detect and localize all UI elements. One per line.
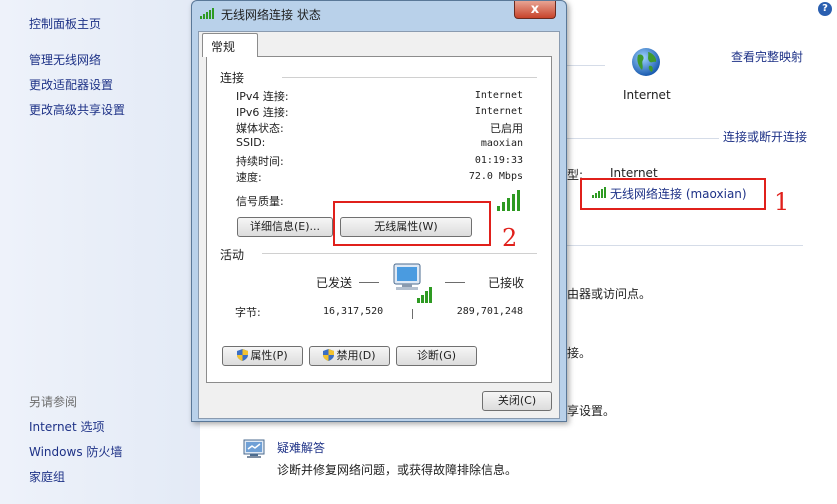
signal-quality-label: 信号质量: xyxy=(236,195,284,208)
properties-button[interactable]: 属性(P) xyxy=(222,346,303,366)
internet-globe-icon xyxy=(630,46,662,78)
ipv6-value: Internet xyxy=(474,106,523,117)
speed-label: 速度: xyxy=(236,171,262,184)
connect-or-disconnect-link[interactable]: 连接或断开连接 xyxy=(719,128,808,145)
activity-divider xyxy=(412,309,413,319)
close-icon[interactable]: x xyxy=(514,1,556,19)
disable-button-label: 禁用(D) xyxy=(336,349,376,362)
homegroup-link[interactable]: 家庭组 xyxy=(29,468,65,485)
annotation-box-1 xyxy=(580,178,766,210)
annotation-box-2 xyxy=(333,201,491,246)
bytes-sent-value: 16,317,520 xyxy=(323,306,384,317)
see-also-heading: 另请参阅 xyxy=(29,395,78,409)
section-divider-2 xyxy=(567,245,803,246)
change-sharing-settings-link[interactable]: 更改高级共享设置 xyxy=(29,101,125,118)
properties-button-label: 属性(P) xyxy=(250,349,288,362)
windows-firewall-link[interactable]: Windows 防火墙 xyxy=(29,443,122,460)
bytes-received-value: 289,701,248 xyxy=(456,306,523,317)
ssid-value: maoxian xyxy=(480,138,523,149)
internet-label: Internet xyxy=(623,88,671,102)
wireless-signal-icon xyxy=(200,7,216,19)
change-adapter-settings-link[interactable]: 更改适配器设置 xyxy=(29,76,113,93)
media-state-label: 媒体状态: xyxy=(236,122,284,135)
speed-value: 72.0 Mbps xyxy=(468,171,523,182)
annotation-number-1: 1 xyxy=(774,188,790,216)
troubleshoot-link[interactable]: 疑难解答 xyxy=(277,439,325,456)
activity-group-title: 活动 xyxy=(220,248,245,262)
manage-wireless-networks-link[interactable]: 管理无线网络 xyxy=(29,51,101,68)
received-label: 已接收 xyxy=(488,276,525,290)
close-button[interactable]: 关闭(C) xyxy=(482,391,552,411)
diagnose-button[interactable]: 诊断(G) xyxy=(396,346,477,366)
troubleshoot-description: 诊断并修复网络问题，或获得故障排除信息。 xyxy=(277,463,518,477)
connection-group-title: 连接 xyxy=(220,71,245,85)
disable-button[interactable]: 禁用(D) xyxy=(309,346,390,366)
connect-text-fragment: 接。 xyxy=(567,346,592,360)
ssid-label: SSID: xyxy=(236,136,266,149)
uac-shield-icon xyxy=(237,349,249,361)
signal-strength-icon xyxy=(496,187,526,211)
ipv6-label: IPv6 连接: xyxy=(236,106,289,119)
ipv4-label: IPv4 连接: xyxy=(236,90,289,103)
media-state-value: 已启用 xyxy=(490,122,523,135)
tab-general-label: 常规 xyxy=(211,40,236,54)
bytes-label: 字节: xyxy=(235,306,261,319)
duration-label: 持续时间: xyxy=(236,155,284,168)
internet-options-link[interactable]: Internet 选项 xyxy=(29,418,104,435)
map-connector-line xyxy=(567,65,605,66)
annotation-number-2: 2 xyxy=(502,224,518,252)
troubleshoot-icon xyxy=(243,439,265,459)
tab-general[interactable]: 常规 xyxy=(202,33,258,57)
sent-label: 已发送 xyxy=(316,276,353,290)
view-full-map-link[interactable]: 查看完整映射 xyxy=(731,48,803,65)
dialog-titlebar[interactable]: 无线网络连接 状态 x xyxy=(192,1,566,27)
ipv4-value: Internet xyxy=(474,90,523,101)
dialog-title: 无线网络连接 状态 xyxy=(221,8,321,22)
left-sidebar: 控制面板主页 管理无线网络 更改适配器设置 更改高级共享设置 另请参阅 Inte… xyxy=(0,0,200,504)
details-button[interactable]: 详细信息(E)... xyxy=(237,217,333,237)
sharing-text-fragment: 享设置。 xyxy=(567,404,616,418)
control-panel-home-link[interactable]: 控制面板主页 xyxy=(29,15,101,32)
group-divider xyxy=(262,253,537,254)
duration-value: 01:19:33 xyxy=(474,155,523,166)
received-line xyxy=(445,282,465,283)
router-text-fragment: 由器或访问点。 xyxy=(567,287,652,301)
network-computer-icon xyxy=(392,262,434,304)
sent-line xyxy=(359,282,379,283)
help-icon[interactable]: ? xyxy=(818,2,832,16)
uac-shield-icon xyxy=(323,349,335,361)
group-divider xyxy=(282,77,537,78)
